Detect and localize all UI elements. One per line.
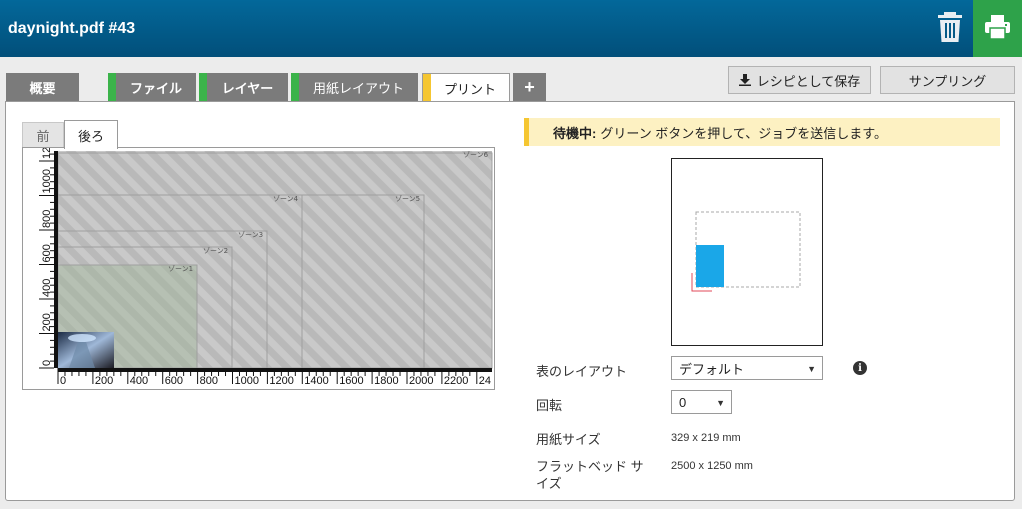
tab-status-stripe bbox=[199, 73, 207, 102]
zone-label: ゾーン2 bbox=[203, 247, 228, 255]
rotation-label: 回転 bbox=[536, 398, 563, 413]
flatbed-svg: ゾーン1 ゾーン2 ゾーン3 ゾーン4 ゾーン5 ゾーン6 0 200 400 600… bbox=[39, 148, 493, 387]
tab-paper-layout[interactable]: 用紙レイアウト bbox=[291, 73, 418, 102]
x-tick-label: 600 bbox=[165, 375, 183, 387]
rotation-value: 0 bbox=[679, 394, 687, 410]
tab-label: 概要 bbox=[29, 81, 56, 96]
sampling-button[interactable]: サンプリング bbox=[880, 66, 1015, 94]
y-tick-label: 0 bbox=[41, 360, 53, 366]
y-tick-label: 800 bbox=[41, 210, 53, 228]
document-title: daynight.pdf #43 bbox=[8, 20, 136, 37]
rotation-select[interactable]: 0 ▼ bbox=[671, 390, 732, 414]
plus-icon: + bbox=[524, 77, 535, 97]
x-tick-label: 1200 bbox=[269, 375, 293, 387]
table-layout-value: デフォルト bbox=[679, 361, 745, 377]
zone-label: ゾーン5 bbox=[395, 195, 420, 203]
info-icon[interactable]: i bbox=[853, 361, 867, 375]
trash-icon[interactable] bbox=[937, 12, 965, 44]
y-tick-label: 400 bbox=[41, 279, 53, 297]
printer-icon bbox=[985, 15, 1010, 39]
paper-size-value: 329 x 219 mm bbox=[671, 432, 741, 444]
caret-down-icon: ▼ bbox=[807, 364, 816, 374]
tab-front-label: 前 bbox=[36, 129, 50, 144]
app-header: daynight.pdf #43 bbox=[0, 0, 1022, 57]
print-button[interactable] bbox=[973, 0, 1022, 57]
paper-preview bbox=[671, 158, 823, 346]
tab-label: プリント bbox=[443, 82, 496, 97]
tab-back-label: 後ろ bbox=[77, 128, 104, 144]
x-tick-label: 1000 bbox=[235, 375, 259, 387]
tab-label: ファイル bbox=[129, 81, 182, 96]
status-banner: 待機中: グリーン ボタンを押して、ジョブを送信します。 bbox=[524, 118, 1000, 146]
x-tick-label: 2000 bbox=[409, 375, 433, 387]
x-tick-label: 400 bbox=[130, 375, 148, 387]
save-recipe-button[interactable]: レシピとして保存 bbox=[728, 66, 871, 94]
tab-front[interactable]: 前 bbox=[22, 122, 64, 149]
x-tick-label: 1400 bbox=[304, 375, 328, 387]
save-recipe-label: レシピとして保存 bbox=[756, 73, 861, 89]
x-tick-label: 1600 bbox=[339, 375, 363, 387]
x-tick-label: 2200 bbox=[444, 375, 468, 387]
status-label: 待機中: bbox=[553, 125, 597, 141]
download-icon bbox=[738, 74, 751, 86]
tab-back[interactable]: 後ろ bbox=[64, 120, 118, 149]
x-tick-label: 0 bbox=[60, 375, 66, 387]
flatbed-size-value: 2500 x 1250 mm bbox=[671, 460, 753, 472]
tab-overview[interactable]: 概要 bbox=[6, 73, 79, 102]
thumbnail-image[interactable] bbox=[58, 332, 114, 368]
add-tab-button[interactable]: + bbox=[513, 73, 546, 102]
zone-label: ゾーン3 bbox=[238, 231, 263, 239]
x-tick-label: 800 bbox=[200, 375, 218, 387]
y-tick-label: 1200 bbox=[41, 148, 53, 159]
flatbed-canvas[interactable]: ゾーン1 ゾーン2 ゾーン3 ゾーン4 ゾーン5 ゾーン6 0 200 400 600… bbox=[22, 147, 495, 390]
zone-label: ゾーン1 bbox=[168, 265, 193, 273]
x-tick-label: 24 bbox=[479, 375, 491, 387]
tab-label: レイヤー bbox=[221, 81, 274, 96]
tab-status-stripe bbox=[423, 74, 431, 103]
print-panel: 前 後ろ ゾーン1 ゾーン2 ゾーン3 ゾーン4 ゾーン5 ゾーン6 0 200… bbox=[5, 101, 1015, 501]
tab-status-stripe bbox=[108, 73, 116, 102]
zone-label: ゾーン4 bbox=[273, 195, 299, 203]
table-layout-label: 表のレイアウト bbox=[536, 364, 628, 379]
sampling-label: サンプリング bbox=[908, 73, 987, 89]
table-layout-select[interactable]: デフォルト ▼ bbox=[671, 356, 823, 380]
y-tick-label: 200 bbox=[41, 313, 53, 331]
y-axis-ticks: 0 200 400 600 800 1000 1200 bbox=[39, 148, 54, 369]
tab-status-stripe bbox=[291, 73, 299, 102]
print-area bbox=[696, 245, 724, 287]
y-tick-label: 600 bbox=[41, 244, 53, 262]
tab-file[interactable]: ファイル bbox=[108, 73, 196, 102]
caret-down-icon: ▼ bbox=[716, 398, 725, 408]
tab-print[interactable]: プリント bbox=[422, 73, 510, 103]
tab-layer[interactable]: レイヤー bbox=[199, 73, 288, 102]
y-tick-label: 1000 bbox=[41, 169, 53, 193]
paper-size-label: 用紙サイズ bbox=[536, 432, 601, 447]
tab-label: 用紙レイアウト bbox=[312, 81, 404, 96]
flatbed-size-label: フラットベッド サイズ bbox=[536, 459, 644, 491]
status-message: グリーン ボタンを押して、ジョブを送信します。 bbox=[600, 125, 887, 141]
zone-label: ゾーン6 bbox=[463, 151, 489, 159]
x-tick-label: 1800 bbox=[374, 375, 398, 387]
x-tick-label: 200 bbox=[95, 375, 113, 387]
